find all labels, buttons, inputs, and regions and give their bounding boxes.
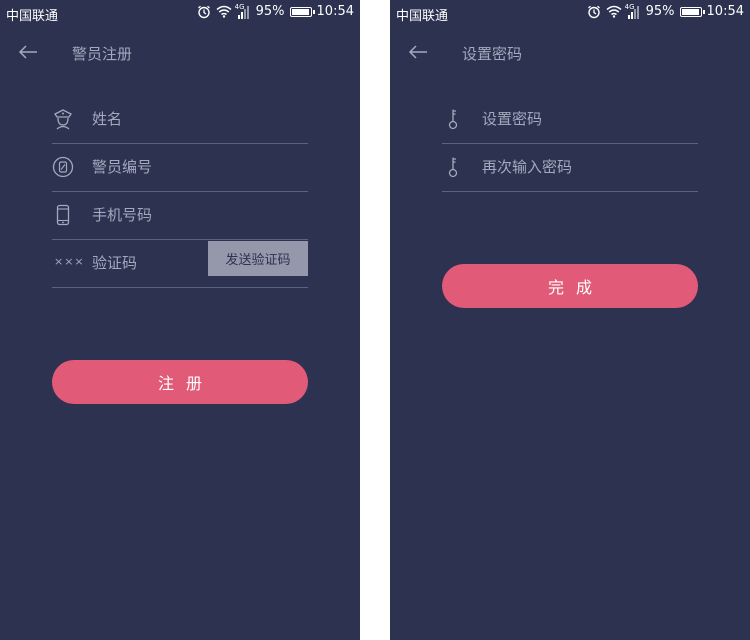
- battery-icon: [679, 6, 705, 17]
- status-icons: 4G 95% 10:54: [192, 3, 354, 19]
- carrier-name: 中国联通: [6, 9, 59, 24]
- alarm-icon: [587, 5, 600, 18]
- wifi-icon: [606, 5, 622, 18]
- register-button[interactable]: 注册: [52, 360, 308, 404]
- battery-level: [291, 8, 309, 15]
- back-arrow-icon[interactable]: [408, 44, 428, 60]
- carrier-name: 中国联通: [396, 9, 449, 24]
- password-input[interactable]: [482, 104, 682, 134]
- nav-bar: 设置密码: [390, 38, 750, 66]
- set-password-screen: 中国联通 4G 95% 10:54 设置密码 完成: [390, 0, 750, 640]
- nav-bar: 警员注册: [0, 38, 360, 66]
- phone-field: [52, 192, 308, 240]
- page-title: 设置密码: [462, 45, 523, 63]
- status-bar: 中国联通 4G 95% 10:54: [390, 0, 750, 26]
- key-icon: [448, 157, 458, 178]
- mobile-phone-icon: [56, 204, 70, 226]
- status-icons: 4G 95% 10:54: [582, 3, 744, 19]
- clock: 10:54: [706, 4, 744, 19]
- password-field: [442, 96, 698, 144]
- phone-input[interactable]: [92, 200, 292, 230]
- battery-level: [681, 8, 699, 15]
- status-bar: 中国联通 4G 95% 10:54: [0, 0, 360, 26]
- name-field: [52, 96, 308, 144]
- code-prefix: ×××: [54, 255, 85, 268]
- battery-icon: [289, 6, 315, 17]
- signal-icon: 4G: [235, 3, 251, 19]
- battery-percent: 95%: [645, 4, 675, 19]
- done-button[interactable]: 完成: [442, 264, 698, 308]
- key-icon: [448, 109, 458, 130]
- name-input[interactable]: [92, 104, 292, 134]
- confirm-password-field: [442, 144, 698, 192]
- send-code-button[interactable]: 发送验证码: [208, 241, 308, 276]
- badge-number-icon: [52, 156, 74, 178]
- wifi-icon: [216, 5, 232, 18]
- badge-number-input[interactable]: [92, 152, 292, 182]
- signal-icon: 4G: [625, 3, 641, 19]
- verification-code-field: ××× 发送验证码: [52, 240, 308, 288]
- badge-number-field: [52, 144, 308, 192]
- battery-percent: 95%: [255, 4, 285, 19]
- police-cap-icon: [54, 109, 72, 130]
- back-arrow-icon[interactable]: [18, 44, 38, 60]
- verification-code-input[interactable]: [92, 248, 202, 278]
- clock: 10:54: [316, 4, 354, 19]
- alarm-icon: [197, 5, 210, 18]
- confirm-password-input[interactable]: [482, 152, 682, 182]
- register-screen: 中国联通 4G 95% 10:54 警员注册 姓名 警员编号 手机号码 ××× …: [0, 0, 360, 640]
- page-title: 警员注册: [72, 45, 133, 63]
